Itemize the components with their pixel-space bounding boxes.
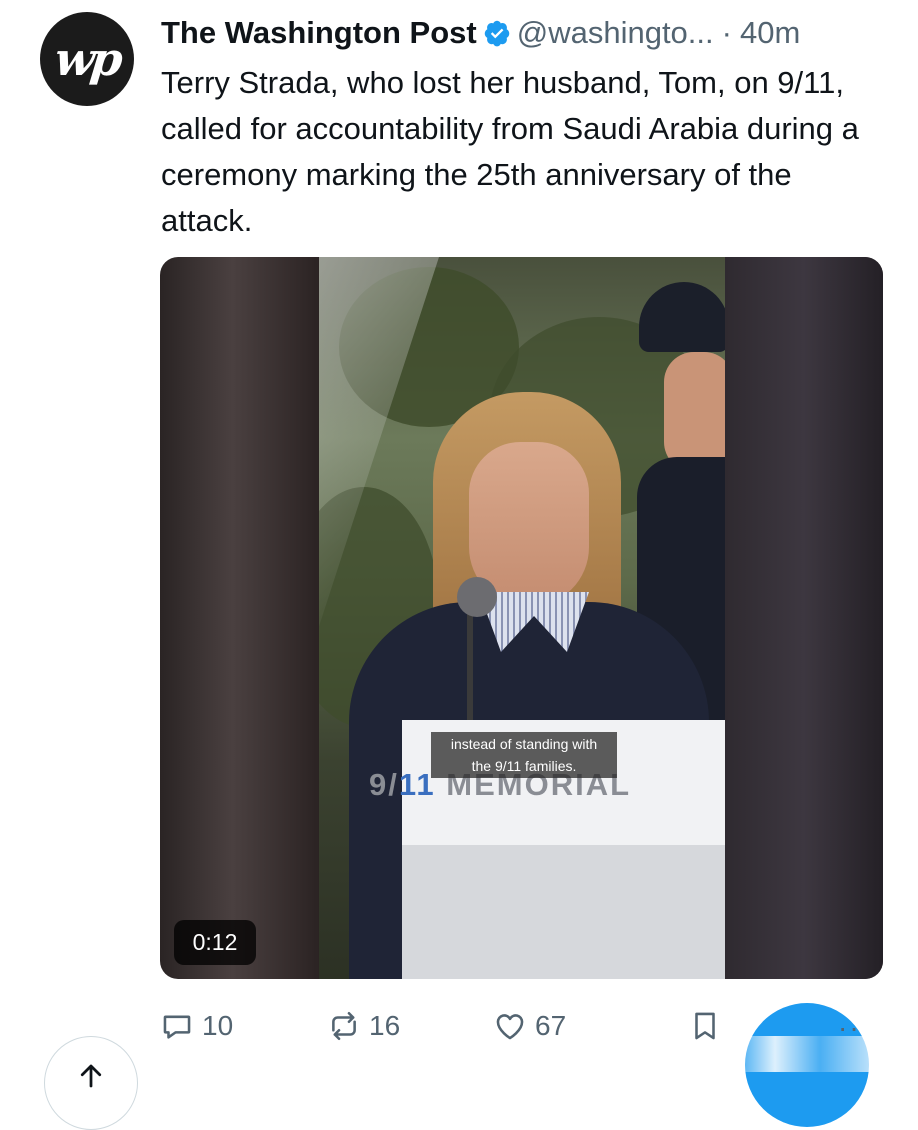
like-button[interactable]: 67 (493, 1004, 566, 1048)
video-caption: instead of standing with the 9/11 famili… (431, 732, 617, 778)
author-name[interactable]: The Washington Post (161, 15, 477, 51)
bookmark-button[interactable] (688, 1004, 730, 1048)
repost-count: 16 (369, 1010, 401, 1041)
reply-button[interactable]: 10 (160, 1004, 233, 1048)
podium-base (402, 845, 725, 979)
video-frame: 9/11 MEMORIAL instead of standing with t… (319, 257, 725, 979)
verified-badge-icon (484, 20, 509, 47)
like-count: 67 (535, 1010, 567, 1041)
author-handle[interactable]: @washingto... (517, 15, 714, 51)
tweet-header: The Washington Post @washingto... · 40m (161, 14, 891, 52)
tweet-timestamp[interactable]: 40m (740, 15, 800, 51)
reply-icon (163, 1015, 191, 1039)
scroll-top-button[interactable] (44, 1036, 138, 1130)
arrow-up-icon (80, 1064, 102, 1088)
caption-line: the 9/11 families. (471, 758, 577, 774)
tweet-text: Terry Strada, who lost her husband, Tom,… (161, 65, 859, 238)
caption-line: instead of standing with (450, 736, 598, 752)
repost-button[interactable]: 16 (327, 1004, 400, 1048)
heart-icon (496, 1014, 524, 1040)
author-avatar[interactable]: wp (40, 12, 134, 106)
separator-dot: · (721, 15, 732, 50)
officer-hat (639, 282, 725, 352)
microphone-icon (457, 577, 497, 617)
washington-post-logo: wp (52, 32, 122, 86)
video-duration: 0:12 (174, 920, 256, 965)
tweet-video[interactable]: 9/11 MEMORIAL instead of standing with t… (160, 257, 883, 979)
more-options-button[interactable]: ·· (838, 1012, 861, 1044)
bookmark-icon (695, 1012, 715, 1040)
repost-icon (332, 1011, 356, 1041)
podium-logo-part: 9/ (369, 767, 399, 802)
reply-count: 10 (202, 1010, 234, 1041)
officer-face (664, 352, 725, 472)
video-blur-right (725, 257, 883, 979)
